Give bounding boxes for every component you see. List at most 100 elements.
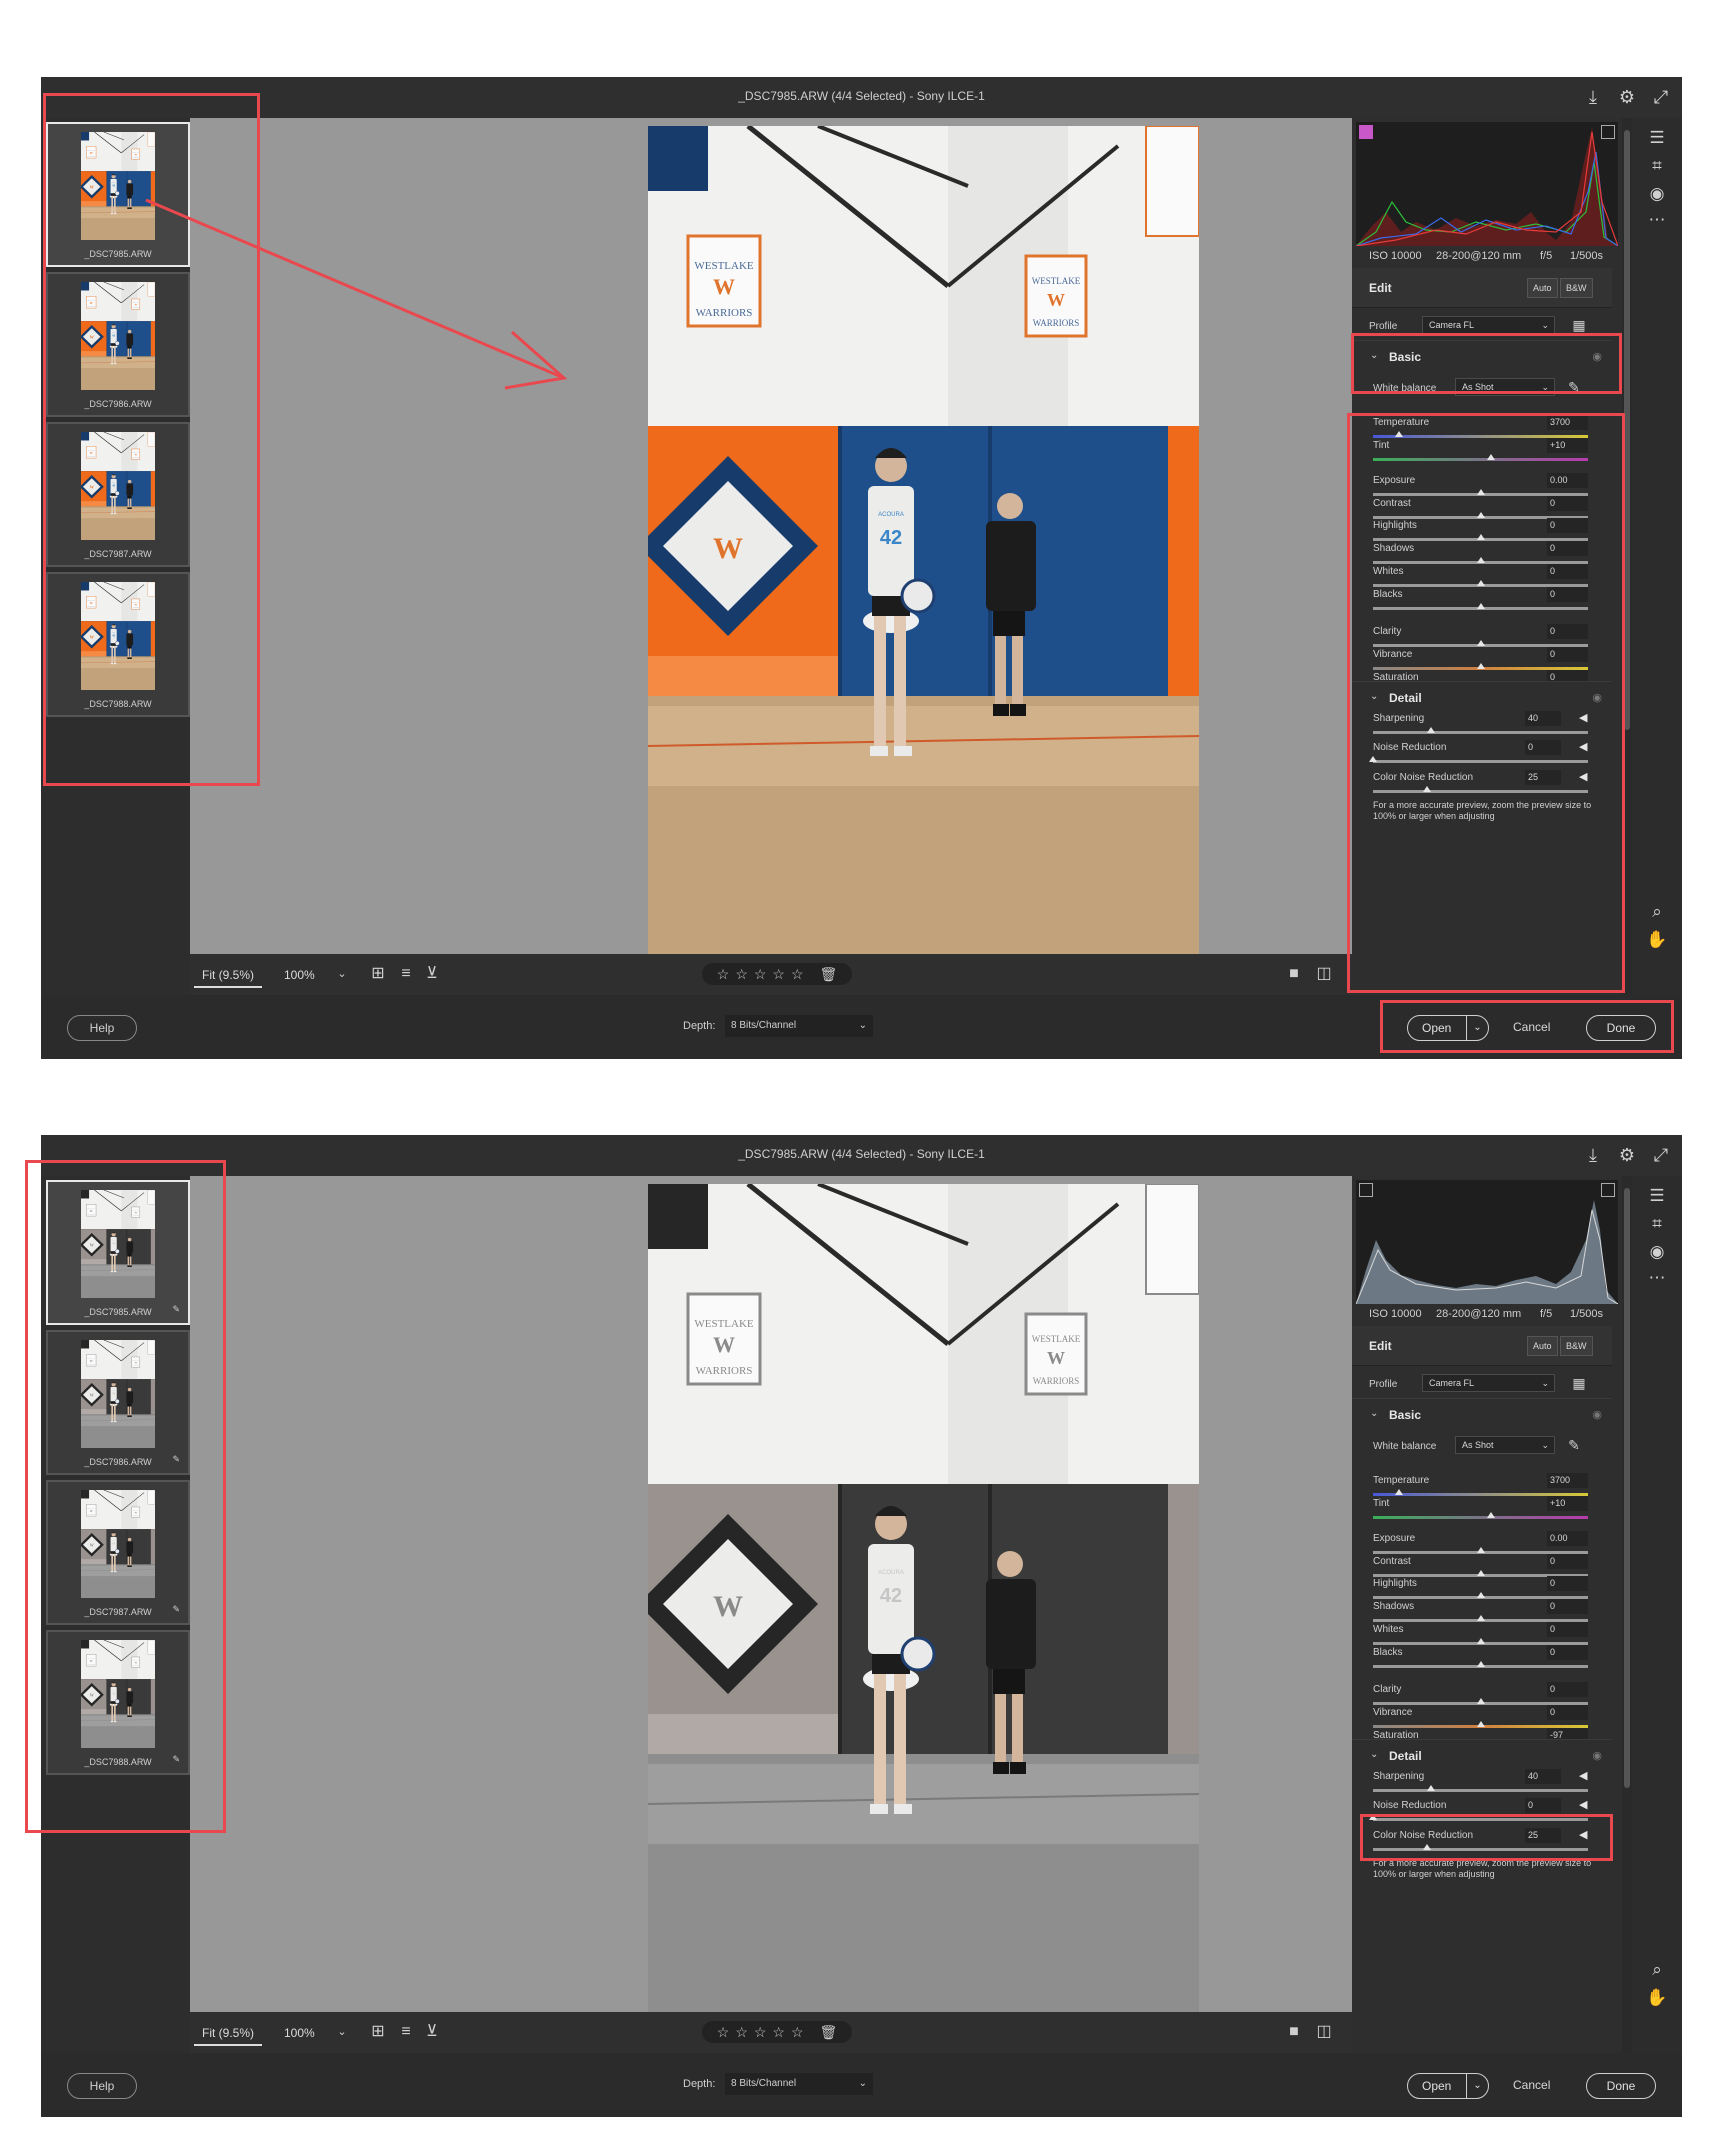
- rating-stars[interactable]: ☆☆☆☆☆: [717, 966, 810, 982]
- filmstrip-thumbnail[interactable]: WESTLAKE W WARRIORS WESTLAKE W WARRIORS …: [46, 272, 190, 417]
- single-view-icon[interactable]: ■: [1282, 962, 1306, 986]
- cancel-button[interactable]: Cancel: [1513, 2078, 1550, 2092]
- slider-value-input[interactable]: 0: [1547, 1645, 1588, 1660]
- slider-value-input[interactable]: 0: [1547, 1622, 1588, 1637]
- star-rating[interactable]: ☆☆☆☆☆ 🗑: [702, 2021, 852, 2043]
- zoom-dropdown-chevron-icon[interactable]: ⌄: [330, 2020, 354, 2044]
- settings-gear-icon[interactable]: ⚙: [1615, 1143, 1639, 1167]
- zoom-fit-button[interactable]: Fit (9.5%): [194, 962, 263, 988]
- slider-value-input[interactable]: 0: [1547, 496, 1588, 511]
- slider-track[interactable]: [1373, 1516, 1588, 1519]
- slider-thumb[interactable]: [1476, 1721, 1485, 1727]
- detail-section-header[interactable]: ⌄ Detail ◉: [1352, 681, 1612, 711]
- filmstrip-thumbnail[interactable]: WESTLAKE W WARRIORS WESTLAKE W WARRIORS …: [46, 1180, 190, 1325]
- profile-browser-icon[interactable]: ▦: [1567, 1371, 1591, 1395]
- filmstrip-thumbnail[interactable]: WESTLAKE W WARRIORS WESTLAKE W WARRIORS …: [46, 122, 190, 267]
- slider-reset-arrow-icon[interactable]: ◀: [1579, 770, 1587, 783]
- shadow-clipping-warning-icon[interactable]: [1359, 1183, 1373, 1197]
- slider-value-input[interactable]: 40: [1525, 1769, 1561, 1784]
- zoom-100-button[interactable]: 100%: [276, 962, 323, 988]
- visibility-eye-icon[interactable]: ◉: [1592, 350, 1602, 363]
- slider-thumb[interactable]: [1394, 1489, 1403, 1495]
- slider-value-input[interactable]: +10: [1547, 438, 1588, 453]
- profile-select[interactable]: Camera FL ⌄: [1422, 1374, 1555, 1392]
- help-button[interactable]: Help: [67, 2073, 137, 2099]
- slider-value-input[interactable]: 0: [1547, 1599, 1588, 1614]
- done-button[interactable]: Done: [1586, 2073, 1656, 2099]
- slider-value-input[interactable]: 0: [1547, 647, 1588, 662]
- filter-icon[interactable]: ⊻: [420, 962, 444, 986]
- zoom-tool-icon[interactable]: ⌕: [1645, 900, 1669, 924]
- slider-thumb[interactable]: [1476, 603, 1485, 609]
- crop-icon[interactable]: ⌗: [1645, 154, 1669, 178]
- slider-value-input[interactable]: 0: [1547, 1682, 1588, 1697]
- open-options-chevron-icon[interactable]: ⌄: [1466, 2074, 1488, 2098]
- open-button[interactable]: Open ⌄: [1407, 2073, 1489, 2099]
- highlight-clipping-warning-icon[interactable]: [1601, 125, 1615, 139]
- slider-value-input[interactable]: 25: [1525, 770, 1561, 785]
- slider-thumb[interactable]: [1369, 1814, 1377, 1820]
- slider-track[interactable]: [1373, 1848, 1588, 1851]
- slider-thumb[interactable]: [1476, 557, 1485, 563]
- eyedropper-icon[interactable]: ✎: [1562, 375, 1586, 399]
- slider-value-input[interactable]: 0.00: [1547, 473, 1588, 488]
- crop-icon[interactable]: ⌗: [1645, 1212, 1669, 1236]
- slider-track[interactable]: [1373, 458, 1588, 461]
- profile-select[interactable]: Camera FL ⌄: [1422, 316, 1555, 334]
- eyedropper-icon[interactable]: ✎: [1562, 1433, 1586, 1457]
- panel-scrollbar[interactable]: [1622, 118, 1632, 995]
- slider-blacks[interactable]: Blacks 0: [1373, 587, 1588, 617]
- slider-track[interactable]: [1373, 760, 1588, 763]
- auto-button[interactable]: Auto: [1527, 278, 1558, 298]
- basic-section-header[interactable]: ⌄ Basic ◉: [1352, 1398, 1612, 1428]
- done-button[interactable]: Done: [1586, 1015, 1656, 1041]
- before-after-icon[interactable]: ◫: [1312, 962, 1336, 986]
- slider-value-input[interactable]: 0: [1547, 587, 1588, 602]
- filter-icon[interactable]: ⊻: [420, 2020, 444, 2044]
- slider-thumb[interactable]: [1476, 1547, 1485, 1553]
- trash-icon[interactable]: 🗑: [819, 2024, 837, 2040]
- slider-thumb[interactable]: [1476, 580, 1485, 586]
- single-view-icon[interactable]: ■: [1282, 2020, 1306, 2044]
- slider-track[interactable]: [1373, 731, 1588, 734]
- white-balance-select[interactable]: As Shot ⌄: [1455, 1436, 1555, 1454]
- fullscreen-icon[interactable]: ⤢: [1649, 85, 1673, 109]
- basic-section-header[interactable]: ⌄ Basic ◉: [1352, 340, 1612, 370]
- visibility-eye-icon[interactable]: ◉: [1592, 1749, 1602, 1762]
- slider-value-input[interactable]: 0: [1525, 740, 1561, 755]
- filmstrip-thumbnail[interactable]: WESTLAKE W WARRIORS WESTLAKE W WARRIORS …: [46, 1630, 190, 1775]
- slider-reset-arrow-icon[interactable]: ◀: [1579, 1769, 1587, 1782]
- slider-value-input[interactable]: 0: [1547, 1554, 1588, 1569]
- slider-thumb[interactable]: [1422, 1844, 1431, 1850]
- open-button[interactable]: Open ⌄: [1407, 1015, 1489, 1041]
- slider-value-input[interactable]: 3700: [1547, 415, 1588, 430]
- slider-noise-reduction[interactable]: Noise Reduction 0 ◀: [1369, 740, 1588, 770]
- zoom-dropdown-chevron-icon[interactable]: ⌄: [330, 962, 354, 986]
- slider-value-input[interactable]: 40: [1525, 711, 1561, 726]
- filmstrip-thumbnail[interactable]: WESTLAKE W WARRIORS WESTLAKE W WARRIORS …: [46, 422, 190, 567]
- slider-color-noise-reduction[interactable]: Color Noise Reduction 25 ◀: [1373, 770, 1588, 800]
- filmstrip-toggle-icon[interactable]: ⊞: [366, 2020, 390, 2044]
- slider-track[interactable]: [1373, 790, 1588, 793]
- sort-icon[interactable]: ≡: [394, 2020, 418, 2044]
- slider-thumb[interactable]: [1487, 454, 1496, 460]
- slider-thumb[interactable]: [1476, 534, 1485, 540]
- zoom-fit-button[interactable]: Fit (9.5%): [194, 2020, 263, 2046]
- slider-value-input[interactable]: 0.00: [1547, 1531, 1588, 1546]
- slider-thumb[interactable]: [1476, 1698, 1485, 1704]
- shadow-clipping-warning-icon[interactable]: [1359, 125, 1373, 139]
- slider-value-input[interactable]: 0: [1547, 1576, 1588, 1591]
- preview-canvas[interactable]: WESTLAKE W WARRIORS WESTLAKE W WARRIORS …: [190, 1176, 1352, 2012]
- slider-value-input[interactable]: 0: [1525, 1798, 1561, 1813]
- slider-sharpening[interactable]: Sharpening 40 ◀: [1373, 711, 1588, 741]
- scrollbar-thumb[interactable]: [1624, 130, 1630, 730]
- slider-thumb[interactable]: [1476, 1615, 1485, 1621]
- slider-value-input[interactable]: 0: [1547, 541, 1588, 556]
- slider-value-input[interactable]: 3700: [1547, 1473, 1588, 1488]
- rating-stars[interactable]: ☆☆☆☆☆: [717, 2024, 810, 2040]
- slider-track[interactable]: [1373, 1789, 1588, 1792]
- slider-reset-arrow-icon[interactable]: ◀: [1579, 1798, 1587, 1811]
- slider-value-input[interactable]: 0: [1547, 518, 1588, 533]
- highlight-clipping-warning-icon[interactable]: [1601, 1183, 1615, 1197]
- panel-scrollbar[interactable]: [1622, 1176, 1632, 2053]
